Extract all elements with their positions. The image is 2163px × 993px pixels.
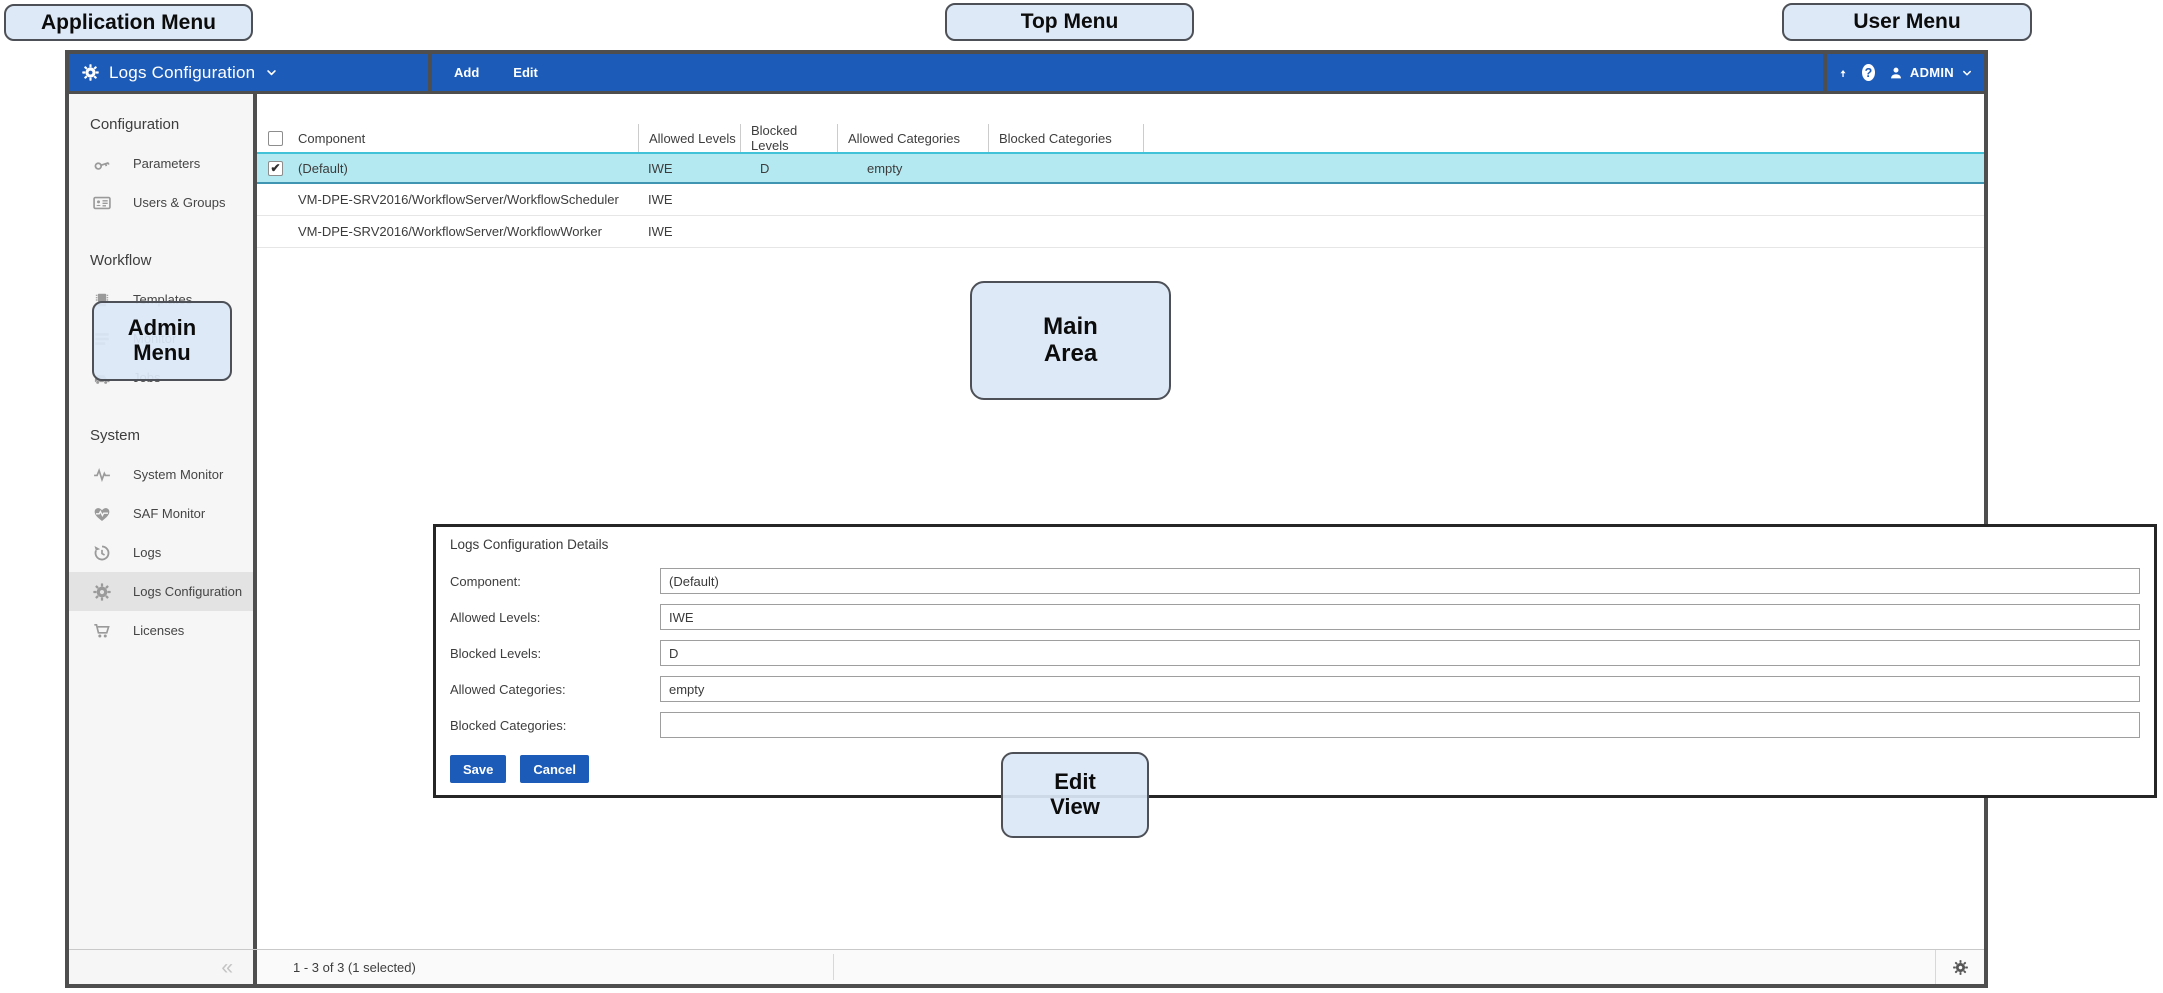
- footer-divider: [833, 954, 834, 980]
- sidebar-footer: «: [69, 950, 257, 984]
- upload-arrow-icon[interactable]: [1837, 65, 1849, 81]
- app-title: Logs Configuration: [109, 63, 255, 83]
- save-button[interactable]: Save: [450, 755, 506, 783]
- sidebar-item-label: Users & Groups: [133, 195, 225, 210]
- application-menu-button[interactable]: Logs Configuration: [69, 54, 432, 91]
- field-row-component: Component:: [450, 568, 2140, 594]
- column-header-blocked-levels[interactable]: Blocked Levels: [740, 124, 837, 152]
- allowed-categories-input[interactable]: [660, 676, 2140, 702]
- sidebar-item-label: Parameters: [133, 156, 200, 171]
- cell-allowed-levels: IWE: [638, 192, 750, 207]
- cell-component: VM-DPE-SRV2016/WorkflowServer/WorkflowWo…: [298, 224, 638, 239]
- field-label: Blocked Categories:: [450, 718, 660, 733]
- status-bar: « 1 - 3 of 3 (1 selected): [69, 949, 1984, 984]
- sidebar-item-users-groups[interactable]: Users & Groups: [69, 183, 253, 222]
- table-row[interactable]: ✔ (Default) IWE D empty: [257, 152, 1984, 184]
- sidebar-item-licenses[interactable]: Licenses: [69, 611, 253, 650]
- help-icon[interactable]: ?: [1862, 64, 1875, 81]
- chevron-down-icon: [1960, 66, 1974, 80]
- gear-icon: [92, 582, 112, 602]
- field-row-blocked-categories: Blocked Categories:: [450, 712, 2140, 738]
- sidebar-section-workflow: Workflow: [69, 246, 253, 274]
- sidebar-item-label: Logs Configuration: [133, 584, 242, 599]
- field-row-blocked-levels: Blocked Levels:: [450, 640, 2140, 666]
- sidebar-section-system: System: [69, 421, 253, 449]
- pulse-icon: [92, 465, 112, 485]
- field-row-allowed-categories: Allowed Categories:: [450, 676, 2140, 702]
- column-header-allowed-levels[interactable]: Allowed Levels: [638, 124, 740, 152]
- field-label: Blocked Levels:: [450, 646, 660, 661]
- sidebar-item-label: Logs: [133, 545, 161, 560]
- user-menu: ? ADMIN: [1823, 54, 1984, 91]
- callout-user-menu: User Menu: [1782, 3, 2032, 41]
- field-label: Allowed Levels:: [450, 610, 660, 625]
- field-label: Allowed Categories:: [450, 682, 660, 697]
- sidebar-item-label: Licenses: [133, 623, 184, 638]
- callout-admin-menu: Admin Menu: [92, 301, 232, 381]
- blocked-levels-input[interactable]: [660, 640, 2140, 666]
- edit-view-panel: Logs Configuration Details Component: Al…: [433, 524, 2157, 798]
- column-header-allowed-categories[interactable]: Allowed Categories: [837, 124, 988, 152]
- column-header-component[interactable]: Component: [298, 124, 638, 152]
- sidebar-item-system-monitor[interactable]: System Monitor: [69, 455, 253, 494]
- blocked-categories-input[interactable]: [660, 712, 2140, 738]
- field-row-allowed-levels: Allowed Levels:: [450, 604, 2140, 630]
- cell-allowed-levels: IWE: [638, 224, 750, 239]
- table-settings-button[interactable]: [1935, 950, 1984, 984]
- top-menu-bar: Logs Configuration Add Edit ? ADMIN: [69, 54, 1984, 94]
- key-icon: [92, 154, 112, 174]
- top-menu-items: Add Edit: [432, 54, 538, 91]
- field-label: Component:: [450, 574, 660, 589]
- cell-allowed-categories: empty: [857, 161, 1018, 176]
- collapse-sidebar-button[interactable]: «: [221, 957, 233, 978]
- row-checkbox[interactable]: ✔: [268, 161, 283, 176]
- id-card-icon: [92, 193, 112, 213]
- sidebar-item-logs[interactable]: Logs: [69, 533, 253, 572]
- panel-title: Logs Configuration Details: [450, 537, 2140, 552]
- sidebar-item-saf-monitor[interactable]: SAF Monitor: [69, 494, 253, 533]
- user-menu-button[interactable]: ADMIN: [1888, 65, 1974, 81]
- cell-blocked-levels: D: [750, 161, 857, 176]
- column-header-blocked-categories[interactable]: Blocked Categories: [988, 124, 1143, 152]
- cell-allowed-levels: IWE: [638, 161, 750, 176]
- history-icon: [92, 543, 112, 563]
- table-row[interactable]: VM-DPE-SRV2016/WorkflowServer/WorkflowWo…: [257, 216, 1984, 248]
- callout-top-menu: Top Menu: [945, 3, 1194, 41]
- callout-application-menu: Application Menu: [4, 4, 253, 41]
- callout-edit-view: Edit View: [1001, 752, 1149, 838]
- component-input[interactable]: [660, 568, 2140, 594]
- gear-icon: [81, 63, 100, 82]
- heart-pulse-icon: [92, 504, 112, 524]
- table-header-row: Component Allowed Levels Blocked Levels …: [257, 124, 1984, 152]
- menu-item-add[interactable]: Add: [454, 65, 479, 80]
- cancel-button[interactable]: Cancel: [520, 755, 589, 783]
- user-name-label: ADMIN: [1910, 65, 1954, 80]
- allowed-levels-input[interactable]: [660, 604, 2140, 630]
- cart-icon: [92, 621, 112, 641]
- sidebar-item-label: System Monitor: [133, 467, 223, 482]
- table-row[interactable]: VM-DPE-SRV2016/WorkflowServer/WorkflowSc…: [257, 184, 1984, 216]
- select-all-checkbox[interactable]: [268, 131, 283, 146]
- person-icon: [1888, 65, 1904, 81]
- logs-configuration-table: Component Allowed Levels Blocked Levels …: [257, 124, 1984, 248]
- column-header-spacer: [1143, 124, 1984, 152]
- gear-icon: [1952, 959, 1969, 976]
- check-icon: ✔: [270, 161, 280, 175]
- menu-item-edit[interactable]: Edit: [513, 65, 538, 80]
- chevron-down-icon: [264, 65, 279, 80]
- admin-sidebar: Configuration Parameters Users & Groups …: [69, 94, 257, 949]
- row-count-status: 1 - 3 of 3 (1 selected): [293, 960, 416, 975]
- cell-component: (Default): [298, 161, 638, 176]
- sidebar-item-parameters[interactable]: Parameters: [69, 144, 253, 183]
- table-status-bar: 1 - 3 of 3 (1 selected): [257, 950, 1984, 984]
- topbar-spacer: [538, 54, 1823, 91]
- callout-main-area: Main Area: [970, 281, 1171, 400]
- sidebar-item-label: SAF Monitor: [133, 506, 205, 521]
- sidebar-section-configuration: Configuration: [69, 110, 253, 138]
- app-window: Logs Configuration Add Edit ? ADMIN Conf…: [65, 50, 1988, 988]
- cell-component: VM-DPE-SRV2016/WorkflowServer/WorkflowSc…: [298, 192, 638, 207]
- sidebar-item-logs-configuration[interactable]: Logs Configuration: [69, 572, 253, 611]
